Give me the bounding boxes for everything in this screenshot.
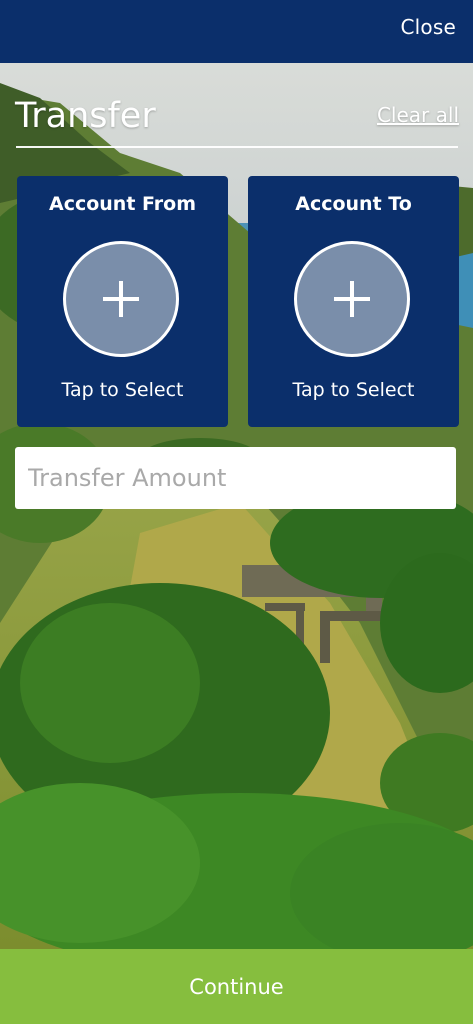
plus-icon <box>103 281 139 317</box>
page-title: Transfer <box>15 96 156 136</box>
account-to-title: Account To <box>295 193 412 215</box>
account-from-plus-button[interactable] <box>63 241 179 357</box>
account-to-tap-label: Tap to Select <box>292 379 415 401</box>
account-to-card[interactable]: Account To Tap to Select <box>248 176 459 427</box>
account-to-plus-button[interactable] <box>294 241 410 357</box>
clear-all-link[interactable]: Clear all <box>377 103 459 127</box>
close-button[interactable]: Close <box>401 15 456 39</box>
plus-icon <box>334 281 370 317</box>
top-bar: Close <box>0 0 473 63</box>
transfer-amount-input[interactable] <box>15 447 456 509</box>
continue-button[interactable]: Continue <box>0 949 473 1024</box>
account-from-card[interactable]: Account From Tap to Select <box>17 176 228 427</box>
title-divider <box>16 146 458 148</box>
account-from-tap-label: Tap to Select <box>61 379 184 401</box>
account-from-title: Account From <box>48 193 197 215</box>
